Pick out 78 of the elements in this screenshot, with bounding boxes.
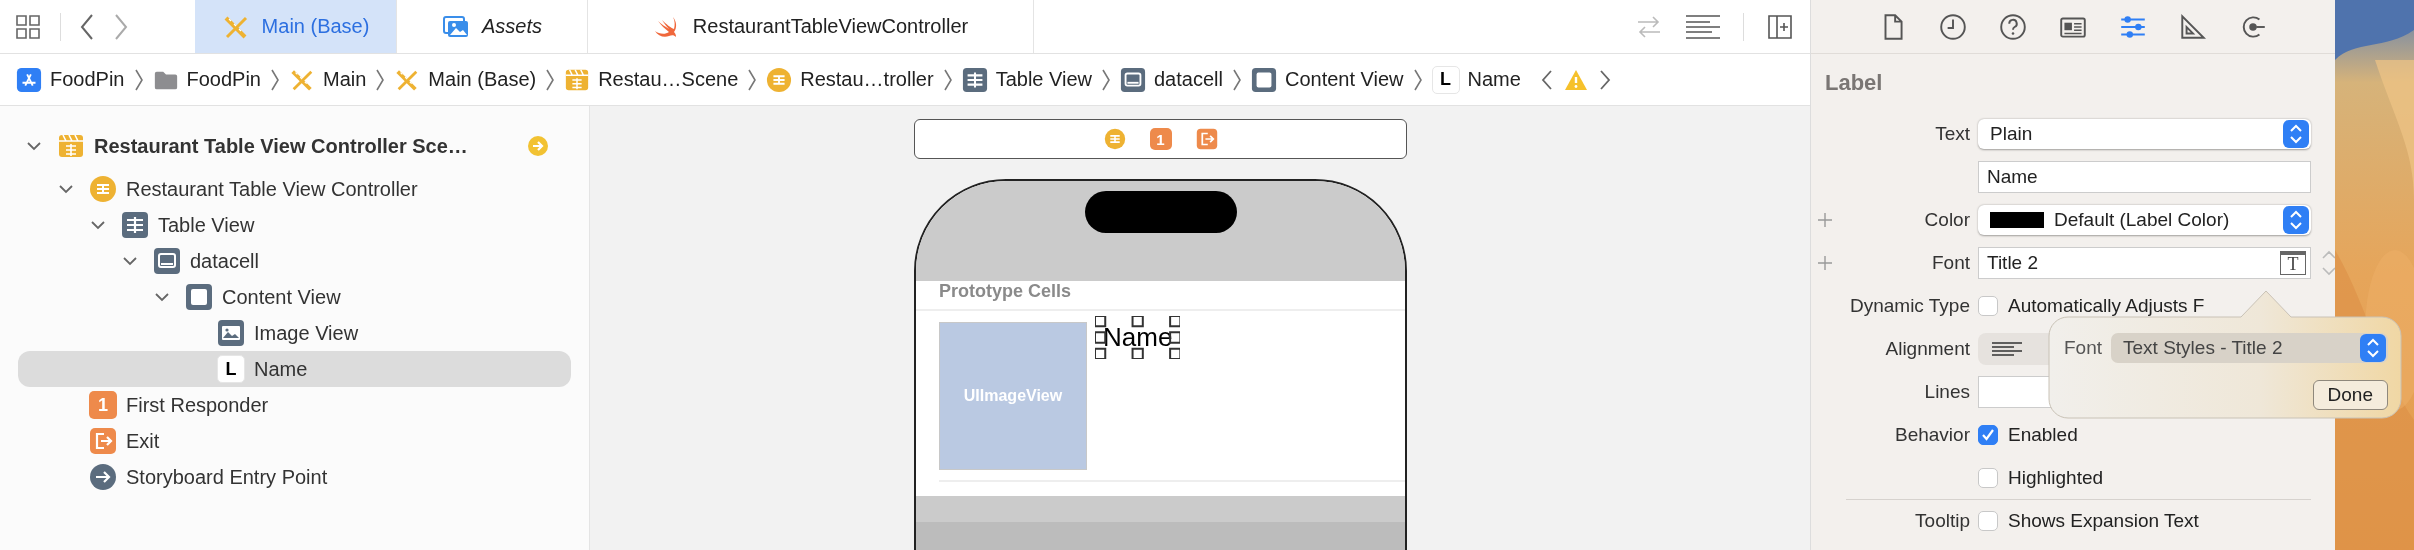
breadcrumb-item[interactable]: FoodPin <box>16 66 125 93</box>
clapperboard-icon <box>57 132 85 160</box>
outline-item[interactable]: Content View <box>18 279 571 315</box>
field-label: Dynamic Type <box>1848 294 1970 317</box>
table-icon <box>961 66 988 93</box>
checkbox[interactable] <box>1978 424 1998 445</box>
outline-item[interactable]: Storyboard Entry Point <box>18 459 571 495</box>
help-icon[interactable] <box>1998 11 2028 42</box>
breadcrumb-item[interactable]: L Name <box>1431 65 1521 94</box>
cell-icon <box>1120 66 1146 93</box>
square-icon <box>1250 66 1277 93</box>
outline-item[interactable]: Restaurant Table View Controller Sce… <box>18 128 571 164</box>
table-icon <box>121 211 149 239</box>
checkbox-label: Shows Expansion Text <box>2008 510 2199 532</box>
field-label: Font <box>2064 337 2103 359</box>
app-icon <box>16 66 42 93</box>
breadcrumb-item[interactable]: Restau…Scene <box>564 66 739 93</box>
field-label: Text <box>1934 122 1970 145</box>
first-responder-icon: 1 <box>1149 128 1172 150</box>
section-header: Prototype Cells <box>939 281 1072 302</box>
label-icon: L <box>217 355 245 383</box>
add-panel-icon[interactable] <box>1766 12 1794 41</box>
breadcrumb-item[interactable]: Content View <box>1250 66 1404 93</box>
field-label: Color <box>1923 208 1970 231</box>
field-label: Font <box>1930 251 1970 274</box>
color-popup[interactable]: Default (Label Color) <box>1978 204 2311 235</box>
editor-tab[interactable]: RestaurantTableViewController <box>588 0 1034 53</box>
square-icon <box>185 283 213 311</box>
field-label: Tooltip <box>1914 510 1970 532</box>
outline-item[interactable]: Restaurant Table View Controller <box>18 171 571 207</box>
ruler-icon[interactable] <box>2178 11 2208 42</box>
font-style-popup[interactable]: Text Styles - Title 2 <box>2111 333 2388 363</box>
breadcrumb-item[interactable]: datacell <box>1120 66 1223 93</box>
outline-item[interactable]: Image View <box>18 315 571 351</box>
section-title: Label <box>1825 70 1883 96</box>
field-label: Lines <box>1923 380 1970 403</box>
font-icon[interactable]: T <box>2280 250 2306 275</box>
editor-tab[interactable]: Main (Base) <box>195 0 397 53</box>
table-circle-icon <box>766 66 793 93</box>
checkbox[interactable] <box>1978 295 1998 316</box>
arrow-circle-icon <box>89 463 117 491</box>
outline-item[interactable]: 1 First Responder <box>18 387 571 423</box>
exit-icon <box>89 427 117 455</box>
outline-item[interactable]: L Name <box>18 351 571 387</box>
outline-item[interactable]: Table View <box>18 207 571 243</box>
lines-icon[interactable] <box>1685 13 1721 40</box>
checkbox-label: Automatically Adjusts F <box>2008 294 2205 317</box>
cell-icon <box>153 247 181 275</box>
checkbox-label: Enabled <box>2008 423 2078 446</box>
label-icon: L <box>1431 65 1460 94</box>
outline-item[interactable]: Exit <box>18 423 571 459</box>
popup-arrows-icon <box>2283 119 2309 148</box>
breadcrumb-item[interactable]: Main (Base) <box>394 66 537 93</box>
editor-tab[interactable]: Assets <box>397 0 588 53</box>
text-field[interactable]: Name <box>1978 160 2311 193</box>
popup-arrows-icon <box>2360 334 2386 362</box>
table-circle-icon <box>89 175 117 203</box>
exit-icon <box>1195 128 1218 150</box>
field-label: Alignment <box>1884 337 1970 360</box>
first-responder-icon: 1 <box>89 391 117 419</box>
breadcrumb-item[interactable]: Main <box>289 66 367 93</box>
popup-arrows-icon <box>2283 205 2309 234</box>
text-type-popup[interactable]: Plain <box>1978 118 2311 149</box>
breadcrumb-item[interactable]: FoodPin <box>152 66 261 93</box>
breadcrumb-item[interactable]: Table View <box>961 66 1092 93</box>
breadcrumb-item[interactable]: Restau…troller <box>766 66 934 93</box>
clock-icon[interactable] <box>1938 11 1968 42</box>
field-label: Behavior <box>1894 423 1970 446</box>
checkbox[interactable] <box>1978 467 1998 488</box>
table-circle-icon <box>1103 128 1126 150</box>
done-button[interactable]: Done <box>2312 380 2388 410</box>
align-left-icon[interactable] <box>1992 340 2022 357</box>
font-field[interactable]: Title 2 T <box>1978 246 2311 279</box>
outline-item[interactable]: datacell <box>18 243 571 279</box>
grid-icon[interactable] <box>14 12 42 41</box>
image-icon <box>217 319 245 347</box>
checkbox-label: Highlighted <box>2008 466 2104 489</box>
checkbox[interactable] <box>1978 511 1998 531</box>
